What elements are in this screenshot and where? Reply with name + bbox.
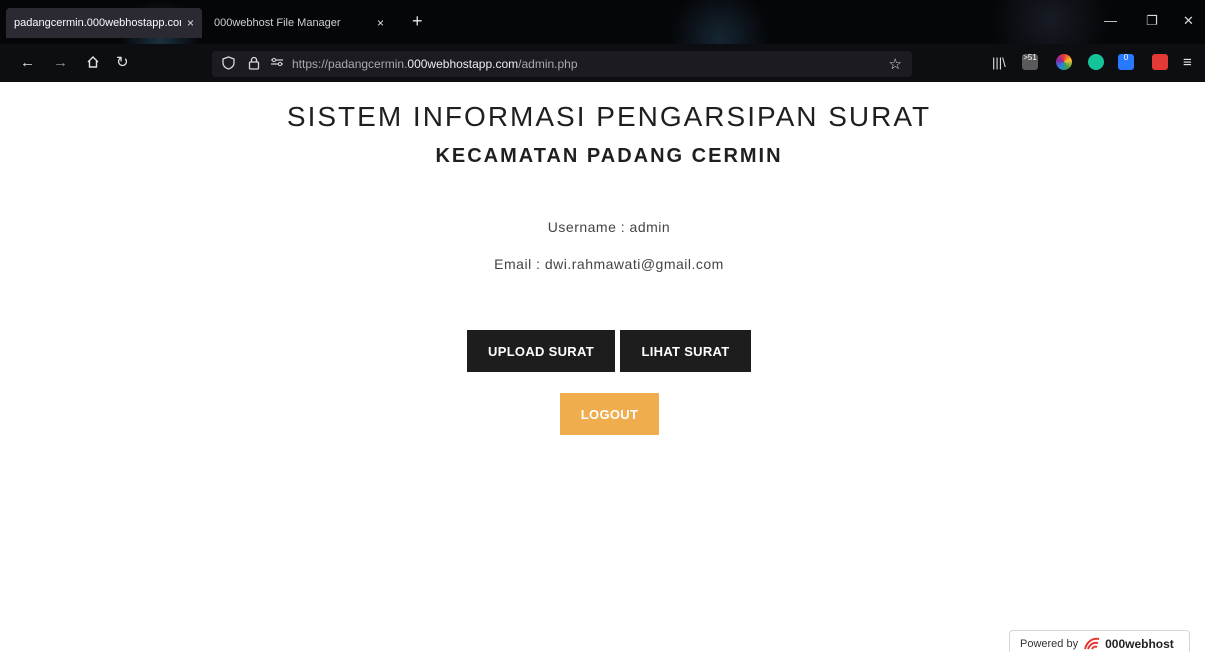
menu-icon[interactable]: ≡ xyxy=(1183,55,1192,71)
powered-by-badge[interactable]: Powered by 000webhost xyxy=(1009,630,1190,652)
url-domain: 000webhostapp.com xyxy=(407,57,519,71)
extension-badge: >51 xyxy=(1023,53,1037,62)
page-title: SISTEM INFORMASI PENGARSIPAN SURAT xyxy=(286,101,932,132)
url-path: /admin.php xyxy=(518,57,578,71)
url-bar[interactable]: https://padangcermin.000webhostapp.com/a… xyxy=(212,51,912,77)
logout-button[interactable]: LOGOUT xyxy=(560,393,659,435)
back-icon[interactable]: ← xyxy=(20,55,35,71)
upload-surat-button[interactable]: UPLOAD SURAT xyxy=(467,330,615,372)
minimize-icon[interactable]: — xyxy=(1104,13,1117,28)
page-subtitle: KECAMATAN PADANG CERMIN xyxy=(435,145,783,167)
window-close-icon[interactable]: ✕ xyxy=(1183,13,1194,29)
url-prefix: https://padangcermin. xyxy=(292,57,408,71)
shield-icon[interactable] xyxy=(222,56,235,73)
notification-extension-icon[interactable]: 0 xyxy=(1118,54,1134,70)
permissions-icon[interactable] xyxy=(270,56,284,71)
reload-icon[interactable]: ↻ xyxy=(116,55,129,71)
browser-nav-bar: ← → ↻ https://padangcermin.000webhostapp… xyxy=(0,44,1205,82)
tab-close-icon[interactable]: × xyxy=(377,16,384,30)
url-text[interactable]: https://padangcermin.000webhostapp.com/a… xyxy=(292,57,578,71)
email-text: Email : dwi.rahmawati@gmail.com xyxy=(494,256,724,272)
extension-badge: 0 xyxy=(1123,53,1129,62)
username-text: Username : admin xyxy=(547,219,671,235)
powered-by-label: Powered by xyxy=(1020,638,1079,650)
tab-file-manager[interactable]: 000webhost File Manager × xyxy=(206,8,392,38)
000webhost-logo-icon xyxy=(1083,637,1101,651)
tab-title: 000webhost File Manager xyxy=(214,17,341,29)
powered-by-brand: 000webhost xyxy=(1105,637,1174,651)
library-icon[interactable]: |||\ xyxy=(992,55,1006,71)
new-tab-icon[interactable]: + xyxy=(412,12,423,30)
tab-padangcermin[interactable]: padangcermin.000webhostapp.com × xyxy=(6,8,202,38)
browser-tab-bar: padangcermin.000webhostapp.com × 000webh… xyxy=(0,0,1205,44)
lock-icon[interactable] xyxy=(248,56,260,73)
restore-icon[interactable]: ❐ xyxy=(1146,13,1158,29)
color-picker-extension-icon[interactable] xyxy=(1056,54,1072,70)
tab-title: padangcermin.000webhostapp.com xyxy=(14,17,181,29)
bookmark-star-icon[interactable]: ☆ xyxy=(889,55,902,73)
lihat-surat-button[interactable]: LIHAT SURAT xyxy=(620,330,751,372)
grammarly-extension-icon[interactable] xyxy=(1088,54,1104,70)
home-icon[interactable] xyxy=(86,55,100,73)
gmail-extension-icon[interactable]: >51 xyxy=(1022,54,1038,70)
screenshot-extension-icon[interactable] xyxy=(1152,54,1168,70)
forward-icon[interactable]: → xyxy=(53,55,68,71)
tab-close-icon[interactable]: × xyxy=(187,16,194,30)
